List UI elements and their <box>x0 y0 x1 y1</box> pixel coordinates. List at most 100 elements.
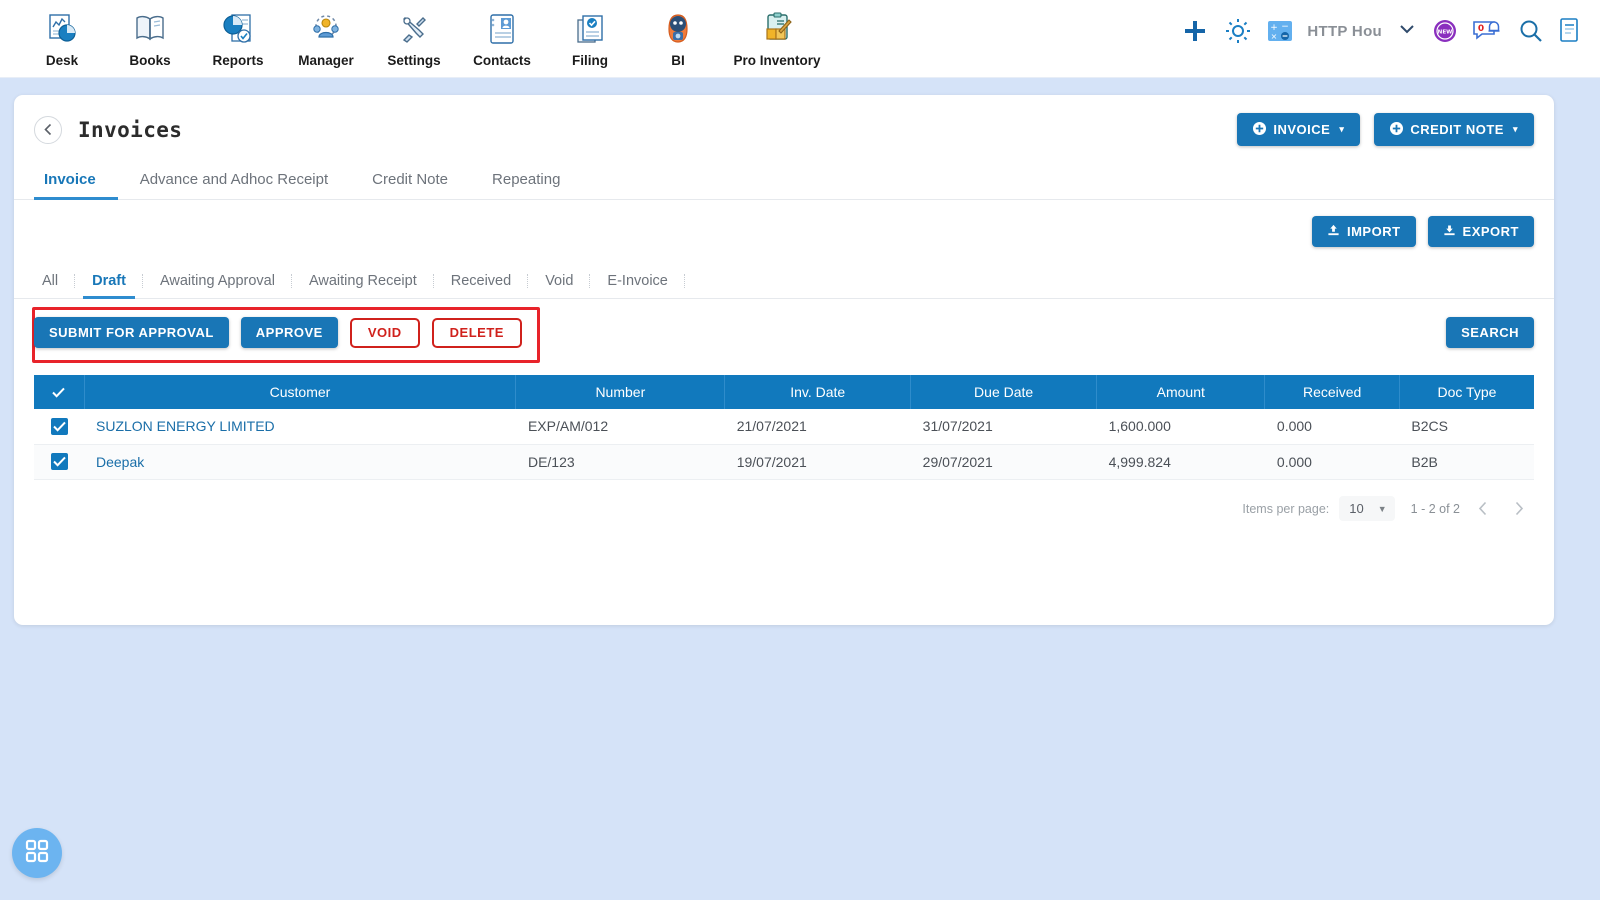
new-badge-icon[interactable]: NEW <box>1432 18 1458 44</box>
tab-invoice[interactable]: Invoice <box>34 171 118 200</box>
nav-module-label: Filing <box>572 53 608 68</box>
apps-launcher-fab[interactable] <box>12 828 62 878</box>
notes-document-icon[interactable] <box>1558 17 1582 45</box>
search-button[interactable]: SEARCH <box>1446 317 1534 348</box>
filter-awaiting-approval[interactable]: Awaiting Approval <box>143 273 292 298</box>
export-button[interactable]: EXPORT <box>1427 216 1534 247</box>
tab-repeating[interactable]: Repeating <box>470 171 582 199</box>
filter-void[interactable]: Void <box>528 273 591 298</box>
organization-name[interactable]: HTTP Hou <box>1307 23 1382 40</box>
document-type-tabs: Invoice Advance and Adhoc Receipt Credit… <box>14 162 1554 200</box>
filter-e-invoice[interactable]: E-Invoice <box>590 273 685 298</box>
filter-awaiting-receipt[interactable]: Awaiting Receipt <box>292 273 434 298</box>
nav-module-label: Desk <box>45 53 79 68</box>
column-header-number[interactable]: Number <box>515 375 726 409</box>
items-per-page-select[interactable]: 10 ▼ <box>1339 496 1395 521</box>
bi-robot-icon <box>660 8 696 50</box>
plus-circle-icon <box>1253 121 1267 138</box>
customer-link[interactable]: Deepak <box>96 454 144 470</box>
nav-module-contacts[interactable]: Contacts <box>458 4 546 68</box>
filter-all[interactable]: All <box>34 273 76 298</box>
paginator: Items per page: 10 ▼ 1 - 2 of 2 <box>14 480 1554 522</box>
delete-button[interactable]: DELETE <box>431 317 522 348</box>
desk-chart-icon <box>44 8 80 50</box>
invoices-card: Invoices INVOICE ▾ CREDIT NOTE ▾ Invoice… <box>14 95 1554 625</box>
cell-customer: SUZLON ENERGY LIMITED <box>84 409 516 445</box>
plus-circle-icon <box>1390 121 1404 138</box>
customer-link[interactable]: SUZLON ENERGY LIMITED <box>96 418 275 434</box>
cell-doc-type: B2B <box>1399 444 1534 480</box>
tab-credit-note[interactable]: Credit Note <box>350 171 470 199</box>
import-upload-icon <box>1327 224 1340 240</box>
table-row[interactable]: SUZLON ENERGY LIMITED EXP/AM/012 21/07/2… <box>34 409 1534 445</box>
cell-amount: 4,999.824 <box>1096 444 1265 480</box>
card-header: Invoices INVOICE ▾ CREDIT NOTE ▾ <box>14 95 1554 146</box>
nav-module-settings[interactable]: Settings <box>370 4 458 68</box>
void-button[interactable]: VOID <box>349 317 420 348</box>
chevron-down-icon: ▾ <box>1339 124 1345 134</box>
nav-module-pro-inventory[interactable]: Pro Inventory <box>722 4 832 68</box>
submit-for-approval-button[interactable]: SUBMIT FOR APPROVAL <box>34 317 229 348</box>
table-body: SUZLON ENERGY LIMITED EXP/AM/012 21/07/2… <box>34 409 1534 480</box>
row-checkbox[interactable] <box>50 453 68 471</box>
column-header-doc-type[interactable]: Doc Type <box>1399 375 1534 409</box>
import-button[interactable]: IMPORT <box>1311 216 1416 247</box>
new-credit-note-button[interactable]: CREDIT NOTE ▾ <box>1374 113 1534 146</box>
nav-module-manager[interactable]: Manager <box>282 4 370 68</box>
column-header-customer[interactable]: Customer <box>84 375 517 409</box>
nav-module-desk[interactable]: Desk <box>18 4 106 68</box>
next-page-button[interactable] <box>1506 496 1532 522</box>
nav-module-filing[interactable]: Filing <box>546 4 634 68</box>
column-header-amount[interactable]: Amount <box>1096 375 1266 409</box>
calculator-icon[interactable]: + − × <box>1267 18 1293 44</box>
new-invoice-button[interactable]: INVOICE ▾ <box>1237 113 1361 146</box>
filter-draft[interactable]: Draft <box>75 273 143 299</box>
row-select-cell <box>34 409 84 445</box>
chevron-down-icon[interactable] <box>1396 22 1418 41</box>
table-row[interactable]: Deepak DE/123 19/07/2021 29/07/2021 4,99… <box>34 444 1534 480</box>
import-export-row: IMPORT EXPORT <box>14 200 1554 247</box>
items-per-page-value: 10 <box>1349 501 1364 516</box>
column-header-inv-date[interactable]: Inv. Date <box>724 375 912 409</box>
items-per-page-label: Items per page: <box>1242 501 1330 516</box>
gear-icon[interactable] <box>1223 16 1253 46</box>
row-checkbox[interactable] <box>50 418 68 436</box>
filter-label: Draft <box>92 273 126 289</box>
svg-text:×: × <box>1271 32 1278 41</box>
column-header-received[interactable]: Received <box>1264 375 1400 409</box>
page-title: Invoices <box>78 117 183 142</box>
back-button[interactable] <box>34 115 62 144</box>
nav-module-label: BI <box>671 53 685 68</box>
svg-text:NEW: NEW <box>1438 30 1453 36</box>
table-header-row: Customer Number Inv. Date Due Date Amoun… <box>34 375 1534 409</box>
filter-label: Void <box>545 273 574 289</box>
select-all-checkbox[interactable] <box>50 384 67 401</box>
nav-module-label: Contacts <box>473 53 531 68</box>
previous-page-button[interactable] <box>1470 496 1496 522</box>
filter-label: Received <box>450 273 512 289</box>
filter-separator <box>683 274 685 288</box>
nav-module-bi[interactable]: BI <box>634 4 722 68</box>
tab-advance-and-adhoc-receipt[interactable]: Advance and Adhoc Receipt <box>118 171 350 199</box>
filter-received[interactable]: Received <box>434 273 529 298</box>
approve-button[interactable]: APPROVE <box>240 317 338 348</box>
table-header: Customer Number Inv. Date Due Date Amoun… <box>34 375 1534 409</box>
cell-customer: Deepak <box>84 444 516 480</box>
plus-icon[interactable] <box>1181 17 1209 45</box>
contacts-card-icon <box>484 8 520 50</box>
cell-number: EXP/AM/012 <box>515 409 725 445</box>
filter-label: All <box>42 273 59 289</box>
cell-due-date: 29/07/2021 <box>910 444 1097 480</box>
chat-bell-icon[interactable]: 0 <box>1472 18 1504 44</box>
nav-module-books[interactable]: Books <box>106 4 194 68</box>
invoices-table: Customer Number Inv. Date Due Date Amoun… <box>34 375 1534 480</box>
nav-module-label: Reports <box>212 53 264 68</box>
chevron-down-icon: ▾ <box>1512 124 1518 134</box>
reports-piechart-icon <box>220 8 256 50</box>
search-icon[interactable] <box>1518 18 1544 44</box>
cell-received: 0.000 <box>1264 409 1400 445</box>
nav-module-reports[interactable]: Reports <box>194 4 282 68</box>
chevron-down-icon: ▼ <box>1377 503 1387 514</box>
column-header-due-date[interactable]: Due Date <box>910 375 1098 409</box>
module-nav-list: Desk Books Reports Manager Settings Cont… <box>0 0 832 68</box>
